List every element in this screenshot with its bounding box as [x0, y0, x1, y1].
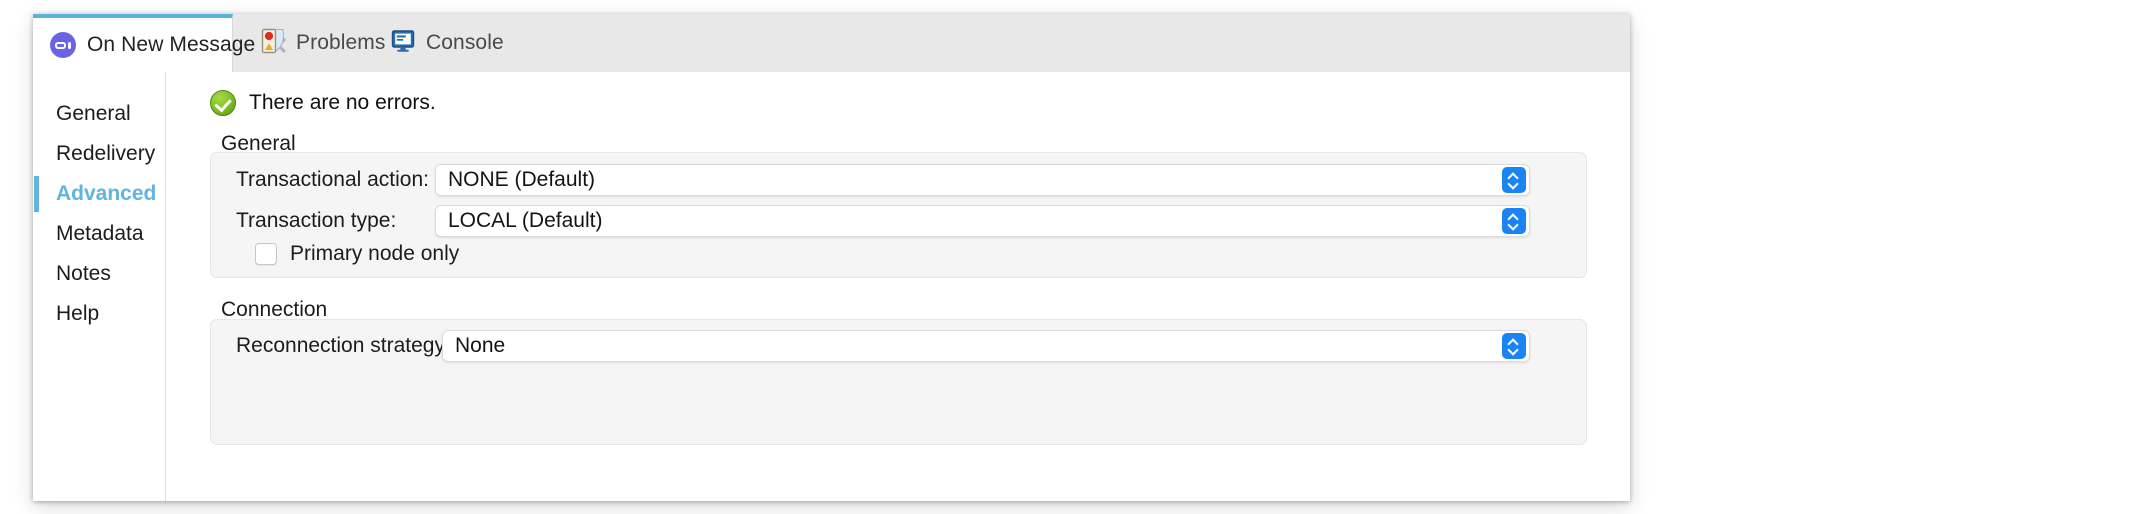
sidebar-item-notes[interactable]: Notes — [33, 255, 165, 293]
primary-node-only-row[interactable]: Primary node only — [255, 242, 459, 266]
combobox-value: NONE (Default) — [448, 168, 596, 191]
sidebar-item-label: Redelivery — [56, 142, 156, 165]
problems-icon — [261, 28, 285, 59]
sidebar-item-general[interactable]: General — [33, 95, 165, 133]
combobox-value: LOCAL (Default) — [448, 209, 603, 232]
sidebar-item-label: General — [56, 102, 131, 125]
reconnection-strategy-combobox[interactable]: None — [442, 330, 1530, 362]
tab-bar: On New Message Problems Console — [33, 14, 1630, 73]
transactional-action-combobox[interactable]: NONE (Default) — [435, 164, 1530, 196]
field-transaction-type: Transaction type: LOCAL (Default) — [236, 203, 1566, 239]
tab-label: On New Message — [87, 33, 256, 56]
sidebar-item-label: Help — [56, 302, 100, 325]
validation-status: There are no errors. — [210, 90, 436, 116]
sidebar-item-redelivery[interactable]: Redelivery — [33, 135, 165, 173]
primary-node-only-checkbox[interactable] — [255, 243, 277, 265]
sidebar-item-help[interactable]: Help — [33, 295, 165, 333]
transaction-type-combobox[interactable]: LOCAL (Default) — [435, 205, 1530, 237]
sidebar-item-label: Notes — [56, 262, 111, 285]
sidebar-item-label: Advanced — [56, 182, 157, 205]
sidebar-item-metadata[interactable]: Metadata — [33, 215, 165, 253]
stepper-icon[interactable] — [1502, 208, 1526, 234]
settings-sidebar: General Redelivery Advanced Metadata Not… — [33, 72, 166, 501]
settings-content: There are no errors. General Transaction… — [166, 72, 1630, 501]
tab-console[interactable]: Console — [391, 14, 504, 72]
console-icon — [391, 29, 415, 58]
field-label: Transaction type: — [236, 209, 397, 232]
stepper-icon[interactable] — [1502, 333, 1526, 359]
listener-icon — [50, 32, 76, 58]
success-check-icon — [210, 90, 236, 116]
checkbox-label: Primary node only — [290, 242, 460, 265]
screen: On New Message Problems Console General … — [0, 0, 2142, 514]
tab-problems[interactable]: Problems — [261, 14, 386, 72]
editor-window: On New Message Problems Console General … — [33, 14, 1630, 501]
sidebar-item-advanced[interactable]: Advanced — [33, 175, 165, 213]
combobox-value: None — [455, 334, 506, 357]
sidebar-item-label: Metadata — [56, 222, 144, 245]
tab-label: Problems — [296, 31, 386, 54]
field-label: Reconnection strategy — [236, 334, 445, 357]
tab-label: Console — [426, 31, 504, 54]
validation-status-text: There are no errors. — [249, 91, 436, 114]
tab-on-new-message[interactable]: On New Message — [33, 14, 255, 72]
field-reconnection-strategy: Reconnection strategy None — [236, 328, 1566, 364]
field-label: Transactional action: — [236, 168, 429, 191]
editor-body: General Redelivery Advanced Metadata Not… — [33, 72, 1630, 501]
field-transactional-action: Transactional action: NONE (Default) — [236, 162, 1566, 198]
stepper-icon[interactable] — [1502, 167, 1526, 193]
